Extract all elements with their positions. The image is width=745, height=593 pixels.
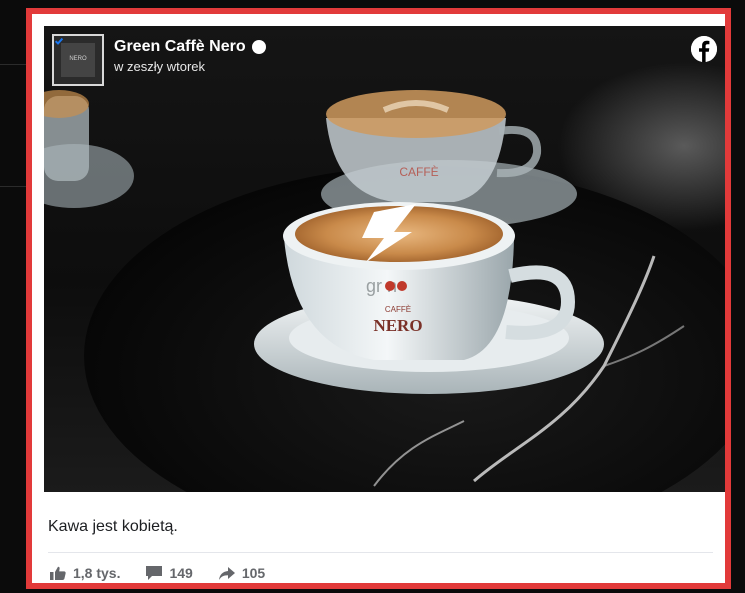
- comments-value: 149: [169, 565, 193, 581]
- avatar-logo: NERO: [61, 43, 95, 77]
- svg-text:NERO: NERO: [373, 316, 422, 335]
- likes-count[interactable]: 1,8 tys.: [50, 565, 120, 581]
- coffee-cups-illustration: CAFFÈ gr n CAFFÈ NERO: [44, 90, 725, 492]
- shares-count[interactable]: 105: [218, 565, 266, 581]
- svg-text:CAFFÈ: CAFFÈ: [385, 305, 411, 314]
- post-stats: 1,8 tys. 149 105: [50, 565, 291, 581]
- comment-icon: [146, 566, 163, 580]
- comments-count[interactable]: 149: [146, 565, 193, 581]
- post-caption: Kawa jest kobietą.: [48, 518, 178, 535]
- page-name-text: Green Caffè Nero: [114, 38, 246, 55]
- post-header: NERO Green Caffè Nero w zeszły wtorek: [52, 34, 266, 90]
- background-divider-bottom: [0, 186, 26, 187]
- post-photo[interactable]: CAFFÈ gr n CAFFÈ NERO NERO Green Caffè N…: [44, 26, 725, 492]
- verified-badge-icon: [54, 37, 266, 54]
- facebook-logo-icon[interactable]: [691, 36, 717, 62]
- page-name[interactable]: Green Caffè Nero: [54, 37, 266, 56]
- thumbs-up-icon: [50, 566, 66, 580]
- page-info: Green Caffè Nero w zeszły wtorek: [54, 37, 266, 74]
- facebook-post-embed: CAFFÈ gr n CAFFÈ NERO NERO Green Caffè N…: [26, 8, 731, 589]
- share-arrow-icon: [218, 566, 235, 580]
- svg-text:CAFFÈ: CAFFÈ: [399, 164, 438, 179]
- shares-value: 105: [241, 565, 266, 581]
- background-divider-top: [0, 64, 26, 65]
- likes-value: 1,8 tys.: [73, 565, 121, 581]
- caption-divider: [48, 552, 713, 553]
- post-timestamp[interactable]: w zeszły wtorek: [114, 59, 266, 74]
